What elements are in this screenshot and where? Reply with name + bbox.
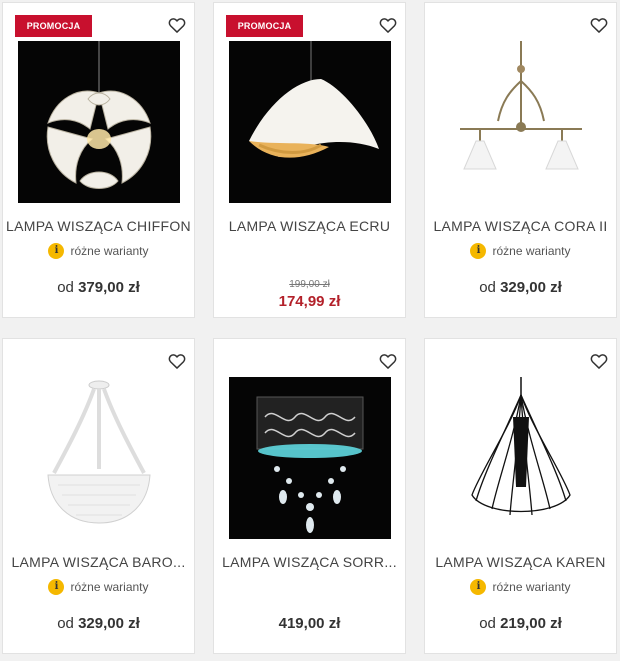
promo-badge: PROMOCJA	[15, 15, 92, 37]
product-name[interactable]: LAMPA WISZĄCA CHIFFON	[3, 218, 194, 234]
product-name[interactable]: LAMPA WISZĄCA SORR...	[214, 554, 405, 570]
product-name[interactable]: LAMPA WISZĄCA CORA II	[425, 218, 616, 234]
sale-price: 174,99 zł	[278, 293, 341, 310]
product-card[interactable]: PROMOCJA LAMPA WISZĄCA ECRU 199,00 zł 17…	[213, 2, 406, 318]
product-name[interactable]: LAMPA WISZĄCA KAREN	[425, 554, 616, 570]
heart-icon[interactable]	[167, 351, 187, 371]
info-icon: i	[48, 579, 65, 595]
product-price: 419,00 zł	[278, 615, 341, 632]
product-image[interactable]	[440, 377, 602, 539]
info-icon: i	[470, 243, 487, 259]
product-card[interactable]: LAMPA WISZĄCA SORR... 419,00 zł	[213, 338, 406, 654]
heart-icon[interactable]	[378, 351, 398, 371]
product-image[interactable]	[229, 41, 391, 203]
product-grid: PROMOCJA LAMPA WISZĄCA CHIFFON i różne w…	[0, 0, 620, 661]
product-image[interactable]	[18, 377, 180, 539]
heart-icon[interactable]	[589, 351, 609, 371]
product-image[interactable]	[229, 377, 391, 539]
promo-badge: PROMOCJA	[226, 15, 303, 37]
info-icon: i	[48, 243, 65, 259]
variants-info[interactable]: i różne warianty	[425, 243, 616, 259]
product-card[interactable]: LAMPA WISZĄCA BARO... i różne warianty o…	[2, 338, 195, 654]
variants-label: różne warianty	[70, 580, 149, 594]
product-price: od 379,00 zł	[57, 279, 140, 296]
product-price: od 219,00 zł	[479, 615, 562, 632]
variants-label: różne warianty	[492, 580, 571, 594]
product-image[interactable]	[18, 41, 180, 203]
variants-label: różne warianty	[492, 244, 571, 258]
product-card[interactable]: LAMPA WISZĄCA KAREN i różne warianty od …	[424, 338, 617, 654]
heart-icon[interactable]	[167, 15, 187, 35]
product-name[interactable]: LAMPA WISZĄCA ECRU	[214, 218, 405, 234]
heart-icon[interactable]	[589, 15, 609, 35]
heart-icon[interactable]	[378, 15, 398, 35]
product-card[interactable]: PROMOCJA LAMPA WISZĄCA CHIFFON i różne w…	[2, 2, 195, 318]
product-card[interactable]: LAMPA WISZĄCA CORA II i różne warianty o…	[424, 2, 617, 318]
product-image[interactable]	[440, 41, 602, 203]
variants-info[interactable]: i różne warianty	[3, 243, 194, 259]
variants-label: różne warianty	[70, 244, 149, 258]
old-price: 199,00 zł	[289, 279, 330, 290]
product-name[interactable]: LAMPA WISZĄCA BARO...	[3, 554, 194, 570]
variants-info[interactable]: i różne warianty	[3, 579, 194, 595]
variants-info[interactable]: i różne warianty	[425, 579, 616, 595]
product-price: od 329,00 zł	[57, 615, 140, 632]
product-price: od 329,00 zł	[479, 279, 562, 296]
info-icon: i	[470, 579, 487, 595]
